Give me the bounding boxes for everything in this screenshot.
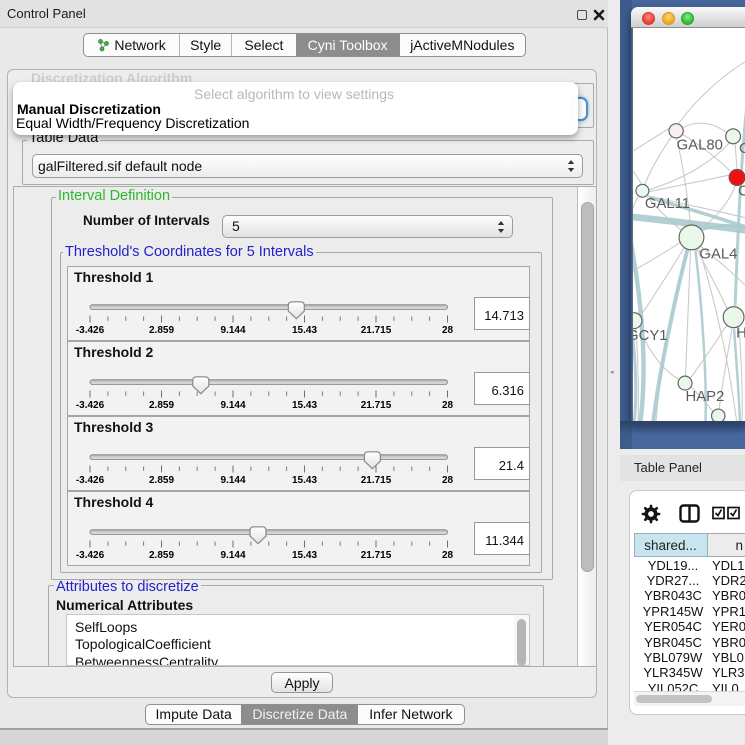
svg-text:15.43: 15.43 xyxy=(292,400,317,411)
svg-text:GAL11: GAL11 xyxy=(645,195,690,211)
svg-text:21.715: 21.715 xyxy=(361,475,392,486)
svg-text:28: 28 xyxy=(442,400,454,411)
svg-text:21.715: 21.715 xyxy=(361,325,392,336)
svg-text:GAL80: GAL80 xyxy=(677,137,723,153)
svg-text:21.715: 21.715 xyxy=(361,550,392,561)
svg-text:9.144: 9.144 xyxy=(220,400,245,411)
svg-text:GA: GA xyxy=(739,141,745,157)
svg-text:28: 28 xyxy=(442,475,454,486)
svg-text:-3.426: -3.426 xyxy=(76,400,105,411)
svg-text:28: 28 xyxy=(442,550,454,561)
svg-text:HAP2: HAP2 xyxy=(686,388,725,404)
svg-text:C: C xyxy=(738,183,745,199)
svg-text:9.144: 9.144 xyxy=(220,325,245,336)
svg-text:2.859: 2.859 xyxy=(149,400,174,411)
svg-text:-3.426: -3.426 xyxy=(76,550,105,561)
svg-text:H: H xyxy=(736,325,745,341)
svg-text:-3.426: -3.426 xyxy=(76,475,105,486)
svg-text:2.859: 2.859 xyxy=(149,475,174,486)
svg-text:GAL4: GAL4 xyxy=(699,246,737,262)
svg-text:2.859: 2.859 xyxy=(149,325,174,336)
svg-text:9.144: 9.144 xyxy=(220,475,245,486)
svg-text:15.43: 15.43 xyxy=(292,475,317,486)
svg-text:15.43: 15.43 xyxy=(292,550,317,561)
svg-text:-3.426: -3.426 xyxy=(76,325,105,336)
svg-text:15.43: 15.43 xyxy=(292,325,317,336)
svg-text:9.144: 9.144 xyxy=(220,550,245,561)
svg-text:21.715: 21.715 xyxy=(361,400,392,411)
svg-text:GCY1: GCY1 xyxy=(632,327,668,343)
svg-text:28: 28 xyxy=(442,325,454,336)
svg-text:2.859: 2.859 xyxy=(149,550,174,561)
